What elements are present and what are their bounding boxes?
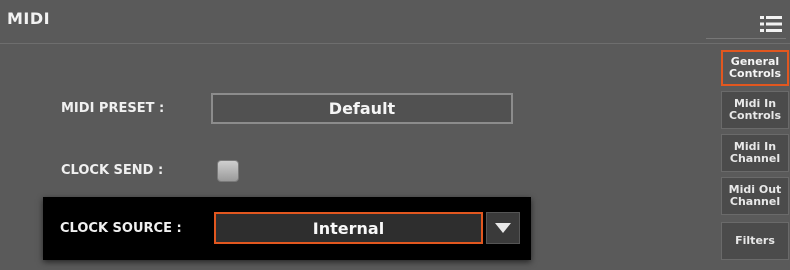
clock-send-checkbox[interactable] <box>217 160 239 182</box>
midi-preset-label: MIDI PRESET : <box>61 101 165 116</box>
midi-preset-field[interactable]: Default <box>211 93 513 124</box>
tab-general-controls[interactable]: General Controls <box>721 50 789 86</box>
midi-preset-value: Default <box>328 99 396 118</box>
list-menu-icon[interactable] <box>760 14 782 34</box>
tab-midi-in-channel[interactable]: Midi In Channel <box>721 134 789 172</box>
clock-source-field[interactable]: Internal <box>214 212 483 244</box>
clock-source-label: CLOCK SOURCE : <box>60 221 182 236</box>
chevron-down-icon <box>495 223 511 233</box>
clock-source-value: Internal <box>312 218 385 238</box>
side-tab-bar: General Controls Midi In Controls Midi I… <box>716 44 790 270</box>
tab-midi-in-controls[interactable]: Midi In Controls <box>721 91 789 129</box>
clock-send-label: CLOCK SEND : <box>61 163 164 178</box>
menu-divider <box>706 38 786 39</box>
tab-midi-out-channel[interactable]: Midi Out Channel <box>721 177 789 215</box>
tab-filters[interactable]: Filters <box>721 222 789 260</box>
header-bar: MIDI <box>0 0 790 44</box>
clock-source-popup: CLOCK SOURCE : Internal <box>43 197 531 260</box>
clock-source-dropdown-button[interactable] <box>486 212 520 244</box>
page-title: MIDI <box>7 9 51 28</box>
